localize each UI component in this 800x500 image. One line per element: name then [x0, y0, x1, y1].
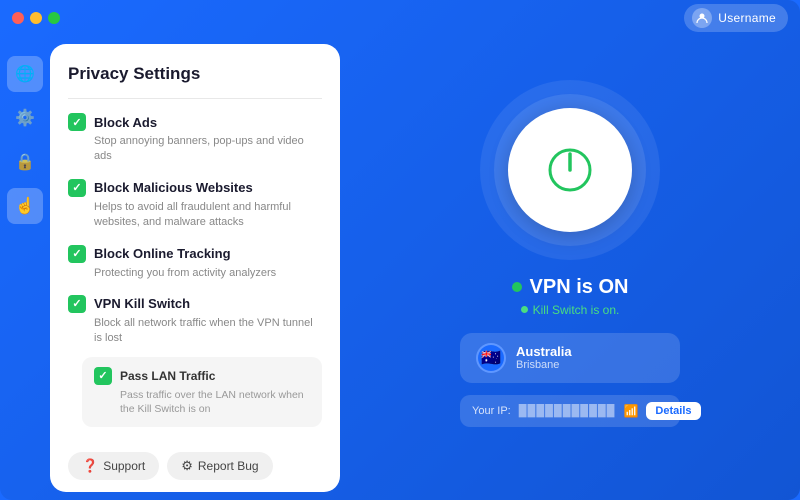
kill-switch-status: Kill Switch is on. [521, 303, 620, 317]
details-button[interactable]: Details [646, 402, 700, 420]
ip-bar: Your IP: ███████████ 📶 Details [460, 395, 680, 427]
support-label: Support [103, 459, 145, 473]
checkbox-block-ads[interactable] [68, 113, 86, 131]
setting-block-tracking: Block Online Tracking Protecting you fro… [68, 245, 322, 281]
close-button[interactable] [12, 12, 24, 24]
checkbox-block-malicious[interactable] [68, 179, 86, 197]
checkbox-block-tracking[interactable] [68, 245, 86, 263]
user-name-label: Username [718, 11, 776, 25]
setting-desc-block-tracking: Protecting you from activity analyzers [68, 266, 322, 281]
setting-desc-block-ads: Stop annoying banners, pop-ups and video… [68, 134, 322, 165]
traffic-lights [12, 12, 60, 24]
vpn-status: VPN is ON [512, 276, 629, 299]
divider [68, 98, 322, 99]
setting-block-malicious: Block Malicious Websites Helps to avoid … [68, 179, 322, 231]
sidebar-item-privacy[interactable]: ☝️ [7, 188, 43, 224]
ip-value: ███████████ [519, 405, 616, 417]
vpn-status-label: VPN is ON [530, 276, 629, 299]
setting-desc-pass-lan: Pass traffic over the LAN network when t… [94, 388, 310, 417]
sidebar-item-settings[interactable]: ⚙️ [7, 100, 43, 136]
setting-title-block-malicious: Block Malicious Websites [94, 180, 253, 195]
sidebar-item-globe[interactable]: 🌐 [7, 56, 43, 92]
signal-icon: 📶 [623, 404, 638, 418]
setting-block-ads: Block Ads Stop annoying banners, pop-ups… [68, 113, 322, 165]
checkbox-kill-switch[interactable] [68, 295, 86, 313]
main-layout: 🌐 ⚙️ 🔒 ☝️ Privacy Settings Block Ads Sto… [0, 36, 800, 500]
city-name: Brisbane [516, 359, 572, 371]
status-dot [512, 282, 522, 292]
checkbox-pass-lan[interactable] [94, 367, 112, 385]
setting-header-pass-lan: Pass LAN Traffic [94, 367, 310, 385]
setting-pass-lan: Pass LAN Traffic Pass traffic over the L… [82, 357, 322, 427]
support-button[interactable]: ❓ Support [68, 452, 159, 480]
titlebar: Username [0, 0, 800, 36]
setting-title-pass-lan: Pass LAN Traffic [120, 369, 215, 383]
flag-emoji: 🇦🇺 [481, 348, 501, 368]
app-window: Username 🌐 ⚙️ 🔒 ☝️ Privacy Settings Bloc… [0, 0, 800, 500]
country-name: Australia [516, 344, 572, 359]
user-badge[interactable]: Username [684, 4, 788, 32]
setting-desc-block-malicious: Helps to avoid all fraudulent and harmfu… [68, 200, 322, 231]
support-icon: ❓ [82, 458, 98, 474]
sidebar-item-lock[interactable]: 🔒 [7, 144, 43, 180]
setting-header-kill-switch: VPN Kill Switch [68, 295, 322, 313]
location-info: Australia Brisbane [516, 344, 572, 371]
ip-label: Your IP: [472, 405, 511, 417]
flag-circle: 🇦🇺 [476, 343, 506, 373]
vpn-panel: VPN is ON Kill Switch is on. 🇦🇺 Australi… [340, 36, 800, 500]
location-card[interactable]: 🇦🇺 Australia Brisbane [460, 333, 680, 383]
setting-header-block-tracking: Block Online Tracking [68, 245, 322, 263]
bug-label: Report Bug [198, 459, 259, 473]
setting-kill-switch: VPN Kill Switch Block all network traffi… [68, 295, 322, 427]
setting-header-block-malicious: Block Malicious Websites [68, 179, 322, 197]
user-avatar-icon [692, 8, 712, 28]
power-container [480, 80, 660, 260]
setting-title-block-tracking: Block Online Tracking [94, 246, 231, 261]
settings-panel: Privacy Settings Block Ads Stop annoying… [50, 44, 340, 492]
setting-title-block-ads: Block Ads [94, 115, 157, 130]
sidebar: 🌐 ⚙️ 🔒 ☝️ [0, 36, 50, 500]
setting-desc-kill-switch: Block all network traffic when the VPN t… [68, 316, 322, 347]
maximize-button[interactable] [48, 12, 60, 24]
panel-title: Privacy Settings [68, 64, 322, 84]
minimize-button[interactable] [30, 12, 42, 24]
ks-dot [521, 306, 528, 313]
power-button[interactable] [508, 108, 632, 232]
bug-icon: ⚙ [181, 458, 193, 474]
setting-header-block-ads: Block Ads [68, 113, 322, 131]
setting-title-kill-switch: VPN Kill Switch [94, 296, 190, 311]
kill-switch-label: Kill Switch is on. [533, 303, 620, 317]
report-bug-button[interactable]: ⚙ Report Bug [167, 452, 272, 480]
panel-footer: ❓ Support ⚙ Report Bug [68, 452, 273, 480]
power-icon [544, 144, 596, 196]
